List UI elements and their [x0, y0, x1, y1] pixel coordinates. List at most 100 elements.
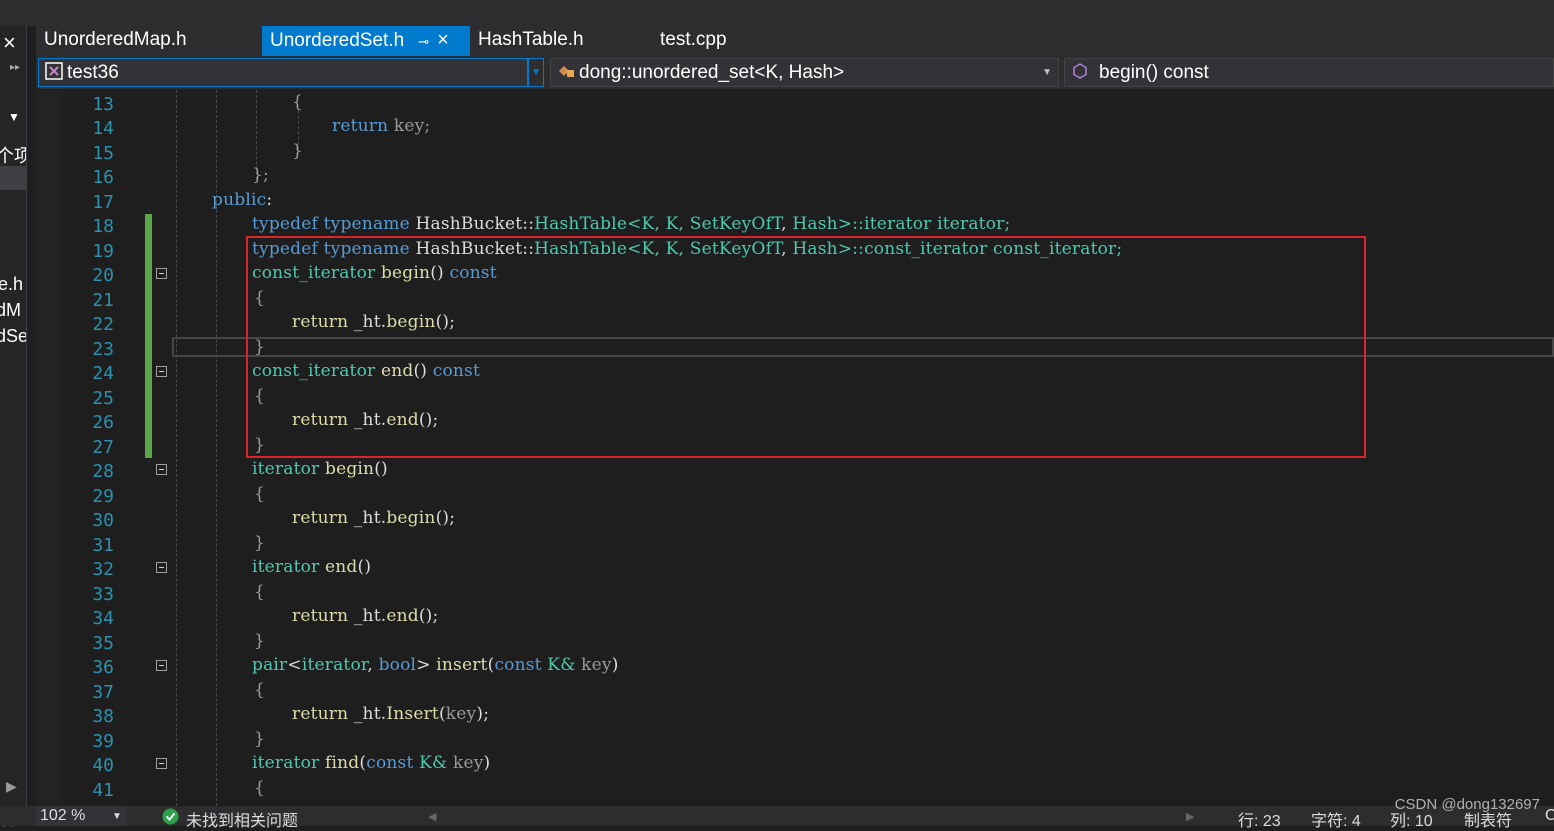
- pin-icon[interactable]: ⊸: [418, 34, 429, 49]
- line-number: 18: [92, 216, 114, 237]
- scroll-left-icon[interactable]: ◀: [428, 810, 436, 823]
- line-indicator[interactable]: 行: 23: [1238, 807, 1281, 831]
- namespace: HashBucket: [415, 214, 523, 234]
- navigation-bar: test36 ▼ dong::unordered_set<K, Hash> ▼ …: [36, 56, 1554, 89]
- brace: {: [292, 92, 304, 112]
- fold-toggle[interactable]: [156, 562, 167, 573]
- code-line: {: [254, 778, 265, 798]
- tab-hashtable[interactable]: HashTable.h: [470, 26, 650, 56]
- type: iterator: [301, 655, 368, 675]
- type: HashTable: [534, 214, 628, 234]
- code-line: }: [254, 533, 265, 553]
- watermark: CSDN @dong132697: [1394, 796, 1540, 813]
- code-line: pair<iterator, bool> insert(const K& key…: [252, 655, 619, 675]
- code-line: }: [254, 729, 265, 749]
- function: begin: [325, 459, 375, 479]
- document-tab-bar: UnorderedMap.h UnorderedSet.h ⊸ × HashTabl…: [36, 26, 1554, 58]
- class-icon: [559, 66, 574, 78]
- char-indicator[interactable]: 字符: 4: [1311, 807, 1361, 831]
- line-number: 14: [92, 118, 114, 139]
- code-line: }: [292, 141, 303, 161]
- punct: ();: [418, 606, 439, 626]
- function: end: [386, 606, 419, 626]
- function: begin: [386, 508, 436, 528]
- type: pair: [252, 655, 288, 675]
- project-dropdown[interactable]: test36: [38, 58, 528, 87]
- dropdown-arrow-icon[interactable]: ▼: [8, 110, 20, 124]
- brace: {: [254, 484, 266, 504]
- code-line: return _ht.end();: [292, 606, 438, 626]
- line-number: 37: [92, 682, 114, 703]
- function: find: [325, 753, 360, 773]
- scope-dropdown[interactable]: dong::unordered_set<K, Hash> ▼: [550, 58, 1059, 87]
- change-marker: [145, 214, 152, 458]
- brace: }: [254, 729, 266, 749]
- close-icon[interactable]: ×: [437, 29, 449, 51]
- punct: >: [416, 655, 437, 675]
- fold-toggle[interactable]: [156, 758, 167, 769]
- panel-fragment[interactable]: dSe: [0, 326, 26, 347]
- keyword: return: [292, 606, 349, 626]
- keyword: const: [366, 753, 414, 773]
- identifier: _ht.: [353, 606, 387, 626]
- tab-unorderedset[interactable]: UnorderedSet.h ⊸ ×: [262, 26, 470, 56]
- brace: {: [254, 680, 266, 700]
- close-icon[interactable]: ×: [3, 30, 16, 56]
- line-number: 15: [92, 143, 114, 164]
- eol-indicator[interactable]: C: [1545, 807, 1554, 825]
- tab-label: UnorderedMap.h: [44, 29, 187, 50]
- keyword: return: [332, 116, 389, 136]
- punct: ): [483, 753, 491, 773]
- line-number: 17: [92, 192, 114, 213]
- tab-label: UnorderedSet.h: [270, 30, 405, 51]
- panel-fragment[interactable]: e.h: [0, 274, 23, 295]
- line-number: 24: [92, 363, 114, 384]
- tab-test-cpp[interactable]: test.cpp: [652, 26, 812, 56]
- punct: :: [266, 190, 273, 210]
- line-number: 35: [92, 633, 114, 654]
- scroll-right-icon[interactable]: ▶: [1186, 810, 1194, 823]
- keyword: typename: [323, 214, 410, 234]
- panel-fragment[interactable]: dM: [0, 300, 21, 321]
- fold-toggle[interactable]: [156, 660, 167, 671]
- punct: ,: [781, 214, 793, 234]
- line-number: 40: [92, 755, 114, 776]
- line-number: 29: [92, 486, 114, 507]
- fold-toggle[interactable]: [156, 464, 167, 475]
- line-number: 33: [92, 584, 114, 605]
- type: >::: [837, 214, 865, 234]
- keyword: bool: [378, 655, 417, 675]
- line-number: 13: [92, 94, 114, 115]
- function: end: [325, 557, 358, 577]
- identifier: _ht.: [353, 508, 387, 528]
- highlight-annotation-box: [246, 236, 1366, 458]
- line-number: 39: [92, 731, 114, 752]
- parameter: key: [445, 704, 477, 724]
- scroll-right-icon[interactable]: ▶: [6, 778, 17, 795]
- tab-label: HashTable.h: [478, 29, 584, 50]
- member-dropdown[interactable]: begin() const: [1064, 58, 1554, 87]
- status-bar: 102 % ▼ 未找到相关问题 ◀ ▶ 行: 23 字符: 4 列: 10 制表…: [0, 806, 1554, 830]
- identifier: _ht.: [353, 704, 387, 724]
- member-name: begin() const: [1099, 62, 1209, 83]
- punct: ): [611, 655, 619, 675]
- punct: (): [357, 557, 372, 577]
- type: iterator: [864, 214, 932, 234]
- function: insert: [436, 655, 488, 675]
- fold-toggle[interactable]: [156, 268, 167, 279]
- code-line: {: [254, 484, 265, 504]
- code-line: typedef typename HashBucket::HashTable<K…: [252, 214, 1010, 234]
- zoom-dropdown[interactable]: 102 % ▼: [36, 806, 126, 826]
- parameter: key: [452, 753, 484, 773]
- project-dropdown-button[interactable]: ▼: [528, 58, 544, 87]
- type: iterator: [252, 459, 320, 479]
- line-number: 16: [92, 167, 114, 188]
- type: K&: [541, 655, 582, 675]
- brace: {: [254, 582, 266, 602]
- chevron-down-icon: ▼: [531, 67, 541, 78]
- tab-unorderedmap[interactable]: UnorderedMap.h: [36, 26, 258, 56]
- overflow-icon[interactable]: ▸▸: [10, 62, 20, 73]
- fold-toggle[interactable]: [156, 366, 167, 377]
- punct: ,: [367, 655, 379, 675]
- issues-status[interactable]: 未找到相关问题: [186, 807, 298, 831]
